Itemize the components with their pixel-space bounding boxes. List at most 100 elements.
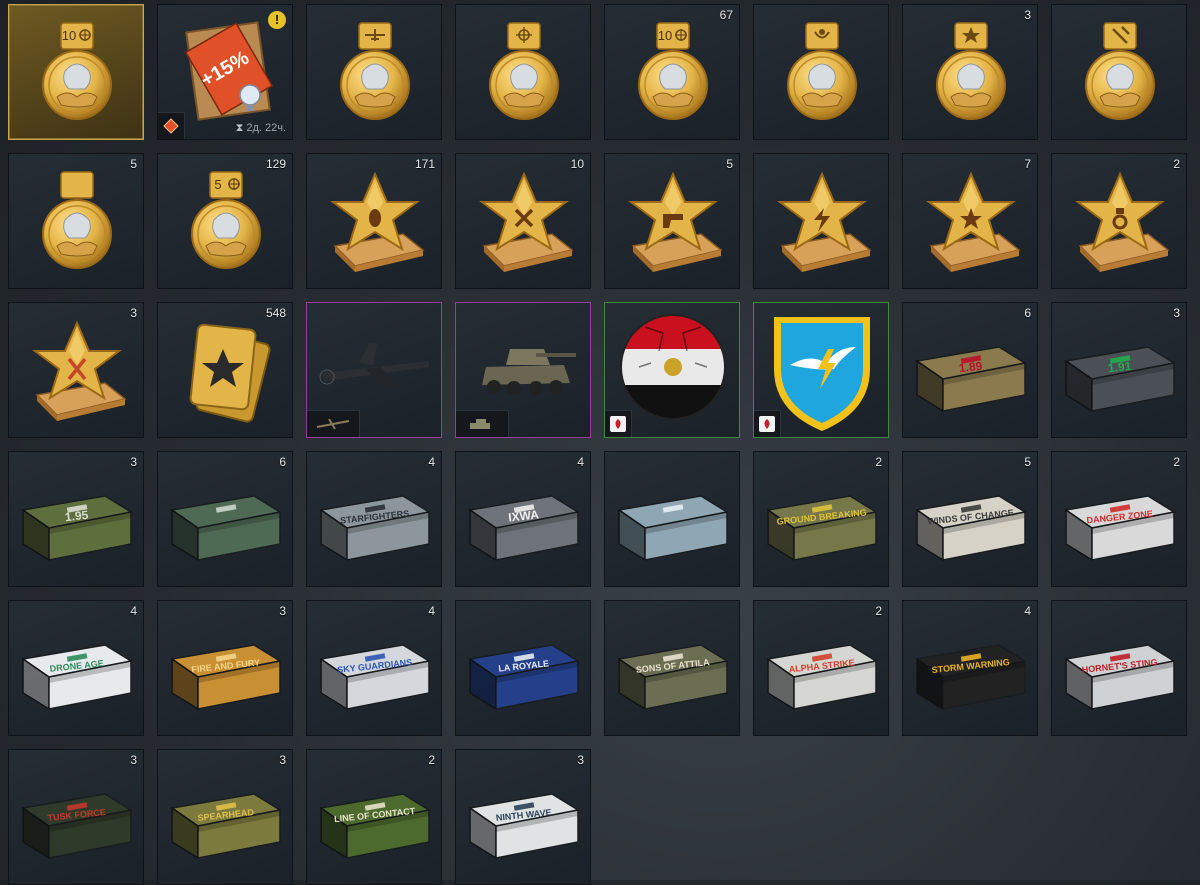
crate-icon: SPEARHEAD [170, 793, 283, 860]
inventory-slot-crate[interactable]: SKY GUARDIANS 4 [306, 600, 442, 736]
inventory-slot-medal[interactable]: 5 [8, 153, 144, 289]
gold-star-icon [330, 171, 425, 272]
inventory-slot-crate[interactable]: LINE OF CONTACT 2 [306, 749, 442, 885]
medal-tab-label: 10 [62, 28, 76, 43]
crate-icon: SONS OF ATTILA [617, 644, 730, 711]
crate-icon: TUSK FORCE [21, 793, 134, 860]
item-count: 6 [279, 455, 286, 469]
inventory-slot-medal[interactable]: 5 129 [157, 153, 293, 289]
booster-type-icon [158, 112, 185, 139]
inventory-slot-tank[interactable] [455, 302, 591, 438]
inventory-slot-crate[interactable]: 1.91 3 [1051, 302, 1187, 438]
inventory-slot-star[interactable]: 7 [902, 153, 1038, 289]
inventory-slot-medal[interactable] [753, 4, 889, 140]
item-count: 4 [428, 604, 435, 618]
crate-label: 1.95 [64, 508, 89, 524]
inventory-slot-star[interactable]: 3 [8, 302, 144, 438]
hourglass-icon: ⧗ [235, 122, 244, 134]
inventory-slot-star[interactable]: 10 [455, 153, 591, 289]
inventory-slot-crate[interactable]: LA ROYALE [455, 600, 591, 736]
inventory-slot-crate[interactable] [604, 451, 740, 587]
lion-medal-icon: 10 [42, 22, 112, 120]
inventory-slot-medal[interactable] [1051, 4, 1187, 140]
card-stack-icon [189, 323, 271, 423]
item-count: 129 [265, 157, 286, 171]
inventory-slot-cards[interactable]: 548 [157, 302, 293, 438]
gold-star-icon [628, 171, 723, 272]
inventory-slot-crate[interactable]: SONS OF ATTILA [604, 600, 740, 736]
inventory-slot-crate[interactable]: ALPHA STRIKE 2 [753, 600, 889, 736]
item-count: 2 [875, 604, 882, 618]
inventory-slot-crate[interactable]: DRONE AGE 4 [8, 600, 144, 736]
item-count: 2 [1173, 157, 1180, 171]
item-count: 3 [279, 753, 286, 767]
crate-icon: STARFIGHTERS [319, 495, 432, 562]
crate-icon: LINE OF CONTACT [319, 793, 432, 860]
inventory-slot-crate[interactable]: NINTH WAVE 3 [455, 749, 591, 885]
lion-medal-icon [42, 171, 112, 269]
inventory-slot-ball[interactable] [604, 302, 740, 438]
inventory-slot-star[interactable]: 171 [306, 153, 442, 289]
inventory-slot-crate[interactable]: 1.89 6 [902, 302, 1038, 438]
inventory-slot-crate[interactable]: WINDS OF CHANGE 5 [902, 451, 1038, 587]
inventory-slot-medal[interactable]: 10 [8, 4, 144, 140]
gold-star-icon [1075, 171, 1170, 272]
item-count: 4 [1024, 604, 1031, 618]
inventory-slot-crate[interactable]: STORM WARNING 4 [902, 600, 1038, 736]
crate-icon: WINDS OF CHANGE [915, 495, 1028, 562]
inventory-slot-star[interactable]: 5 [604, 153, 740, 289]
item-count: 3 [1173, 306, 1180, 320]
item-count: 3 [130, 455, 137, 469]
item-count: 3 [279, 604, 286, 618]
inventory-slot-medal[interactable]: 3 [902, 4, 1038, 140]
item-count: 4 [428, 455, 435, 469]
aircraft-type-icon [307, 410, 360, 437]
lion-medal-icon [340, 22, 410, 120]
inventory-slot-plane[interactable] [306, 302, 442, 438]
item-count: 2 [428, 753, 435, 767]
item-count: 2 [875, 455, 882, 469]
inventory-slot-medal[interactable] [455, 4, 591, 140]
inventory-slot-crate[interactable]: 6 [157, 451, 293, 587]
inventory-slot-crate[interactable]: STARFIGHTERS 4 [306, 451, 442, 587]
medal-tab-label: 5 [214, 177, 221, 192]
item-count: 7 [1024, 157, 1031, 171]
crate-icon [617, 495, 730, 562]
gold-star-icon [777, 171, 872, 272]
crate-icon [170, 495, 283, 562]
inventory-slot-crate[interactable]: DANGER ZONE 2 [1051, 451, 1187, 587]
crate-label: 1.89 [958, 359, 983, 375]
crate-icon: DANGER ZONE [1064, 495, 1177, 562]
item-count: 3 [1024, 8, 1031, 22]
inventory-slot-shield[interactable] [753, 302, 889, 438]
inventory-slot-medal[interactable] [306, 4, 442, 140]
inventory-slot-booster[interactable]: +15% ! ⧗ 2д. 22ч. [157, 4, 293, 140]
inventory-slot-crate[interactable]: GROUND BREAKING 2 [753, 451, 889, 587]
medal-tab-label: 10 [658, 28, 672, 43]
crate-label: 1.91 [1107, 359, 1132, 375]
crate-icon: 1.91 [1064, 346, 1177, 413]
inventory-slot-crate[interactable]: 1.95 3 [8, 451, 144, 587]
crate-icon: SKY GUARDIANS [319, 644, 432, 711]
crate-icon: HORNET'S STING [1064, 644, 1177, 711]
inventory-slot-crate[interactable]: FIRE AND FURY 3 [157, 600, 293, 736]
item-count: 4 [130, 604, 137, 618]
inventory-slot-crate[interactable]: HORNET'S STING [1051, 600, 1187, 736]
crate-icon: ALPHA STRIKE [766, 644, 879, 711]
item-count: 548 [265, 306, 286, 320]
decal-type-icon [605, 410, 632, 437]
inventory-slot-crate[interactable]: SPEARHEAD 3 [157, 749, 293, 885]
inventory-slot-star[interactable]: 2 [1051, 153, 1187, 289]
gold-star-icon [479, 171, 574, 272]
lion-medal-icon [1085, 22, 1155, 120]
inventory-slot-crate[interactable]: IXWA 4 [455, 451, 591, 587]
inventory-slot-medal[interactable]: 10 67 [604, 4, 740, 140]
inventory-slot-crate[interactable]: TUSK FORCE 3 [8, 749, 144, 885]
item-count: 6 [1024, 306, 1031, 320]
lion-medal-icon [787, 22, 857, 120]
item-count: 5 [130, 157, 137, 171]
crate-icon: LA ROYALE [468, 644, 581, 711]
inventory-slot-star[interactable] [753, 153, 889, 289]
item-count: 2 [1173, 455, 1180, 469]
item-count: 4 [577, 455, 584, 469]
